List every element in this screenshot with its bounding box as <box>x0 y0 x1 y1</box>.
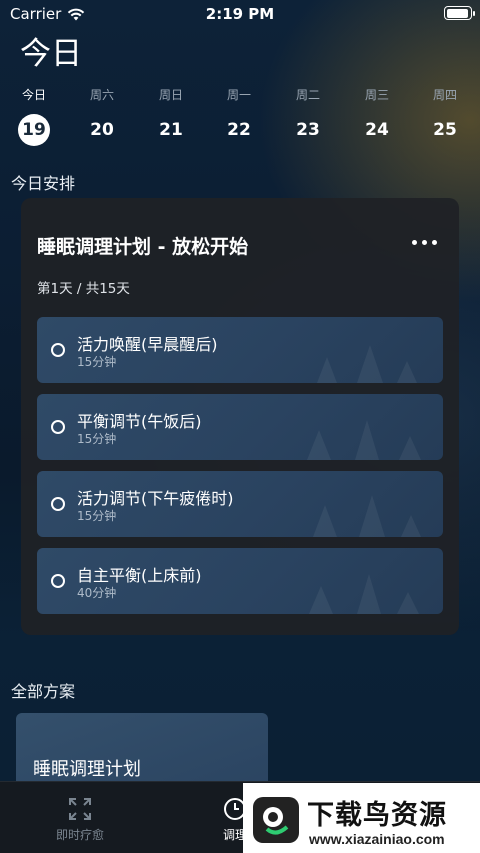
battery-icon <box>444 6 475 20</box>
watermark-logo-icon <box>253 797 299 843</box>
day-number: 24 <box>365 120 389 140</box>
task-item[interactable]: 自主平衡(上床前) 40分钟 <box>37 548 443 614</box>
task-name: 平衡调节(午饭后) <box>77 412 202 431</box>
day-name: 周二 <box>295 88 320 102</box>
day-number-selected: 19 <box>18 114 50 146</box>
day-name: 周三 <box>364 88 389 102</box>
day-name: 周四 <box>432 88 457 102</box>
task-checkbox[interactable] <box>51 343 65 357</box>
day-name: 周一 <box>226 88 251 102</box>
more-options-button[interactable] <box>412 240 437 245</box>
status-bar: Carrier 2:19 PM <box>0 0 480 28</box>
day-name: 周六 <box>89 88 114 102</box>
expand-arrows-icon <box>69 798 91 820</box>
day-item[interactable]: 周一 22 <box>214 86 264 146</box>
task-name: 自主平衡(上床前) <box>77 566 202 585</box>
program-name: 睡眠调理计划 <box>33 759 141 780</box>
day-number: 22 <box>227 120 251 140</box>
all-programs-section-title: 全部方案 <box>11 682 76 701</box>
task-item[interactable]: 活力唤醒(早晨醒后) 15分钟 <box>37 317 443 383</box>
day-item[interactable]: 周三 24 <box>352 86 402 146</box>
day-number: 25 <box>433 120 457 140</box>
day-name: 今日 <box>21 88 46 102</box>
today-section-title: 今日安排 <box>11 174 76 193</box>
plan-progress: 第1天 / 共15天 <box>37 281 130 297</box>
day-number: 20 <box>90 120 114 140</box>
task-checkbox[interactable] <box>51 574 65 588</box>
task-duration: 15分钟 <box>77 432 117 446</box>
tab-label: 即时疗愈 <box>55 828 104 842</box>
status-time: 2:19 PM <box>205 5 275 23</box>
task-name: 活力调节(下午疲倦时) <box>77 489 234 508</box>
watermark: 下载鸟资源 www.xiazainiao.com <box>243 783 480 853</box>
task-item[interactable]: 活力调节(下午疲倦时) 15分钟 <box>37 471 443 537</box>
watermark-title: 下载鸟资源 <box>307 800 447 831</box>
task-name: 活力唤醒(早晨醒后) <box>77 335 218 354</box>
day-number: 21 <box>159 120 183 140</box>
day-item[interactable]: 周二 23 <box>283 86 333 146</box>
day-item[interactable]: 今日 19 <box>9 86 59 146</box>
task-checkbox[interactable] <box>51 497 65 511</box>
plan-title: 睡眠调理计划 - 放松开始 <box>37 236 249 258</box>
day-name: 周日 <box>158 88 183 102</box>
day-item[interactable]: 周四 25 <box>420 86 470 146</box>
task-duration: 15分钟 <box>77 355 117 369</box>
day-item[interactable]: 周日 21 <box>146 86 196 146</box>
day-item[interactable]: 周六 20 <box>77 86 127 146</box>
week-strip: 今日 19 周六 20 周日 21 周一 22 周二 23 周三 24 周四 2… <box>0 86 480 146</box>
tab-instant-healing[interactable]: 即时疗愈 <box>40 782 120 843</box>
watermark-url: www.xiazainiao.com <box>309 831 445 847</box>
task-checkbox[interactable] <box>51 420 65 434</box>
plan-card: 睡眠调理计划 - 放松开始 第1天 / 共15天 活力唤醒(早晨醒后) 15分钟… <box>21 198 459 635</box>
task-duration: 15分钟 <box>77 509 117 523</box>
task-duration: 40分钟 <box>77 586 117 600</box>
task-item[interactable]: 平衡调节(午饭后) 15分钟 <box>37 394 443 460</box>
day-number: 23 <box>296 120 320 140</box>
page-title: 今日 <box>20 36 82 72</box>
